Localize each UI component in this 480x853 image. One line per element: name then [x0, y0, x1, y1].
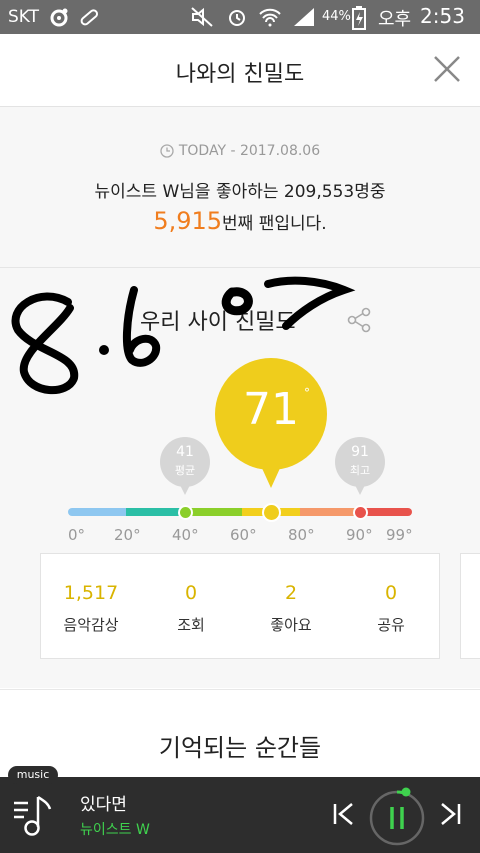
- my-score-marker: [262, 503, 281, 522]
- battery-charging-icon: [352, 6, 366, 35]
- scale-tick: 0°: [68, 526, 86, 544]
- stat-views-label: 조회: [177, 616, 205, 634]
- stat-listens-label: 음악감상: [63, 616, 119, 634]
- fan-rank-suffix: 번째 팬입니다.: [222, 214, 327, 234]
- song-title: 있다면: [80, 795, 127, 815]
- signal-icon: [292, 6, 316, 33]
- ampm-label: 오후: [378, 9, 412, 30]
- average-value: 41: [176, 444, 194, 460]
- average-marker: [178, 505, 193, 520]
- page-title: 나와의 친밀도: [175, 62, 305, 87]
- scale-segment: [68, 508, 126, 516]
- next-button[interactable]: [438, 801, 464, 831]
- stat-likes-label: 좋아요: [270, 616, 312, 634]
- status-bar: SKT 44% 오후 2:53: [0, 0, 480, 34]
- mute-icon: [190, 6, 214, 33]
- scale-tick: 20°: [114, 526, 141, 544]
- scale-tick: 99°: [386, 526, 413, 544]
- page-header: 나와의 친밀도: [0, 34, 480, 107]
- carrier-label: SKT: [8, 7, 40, 27]
- share-button[interactable]: [346, 306, 374, 338]
- wifi-icon: [258, 6, 282, 33]
- stat-shares: 0 공유: [341, 554, 441, 660]
- stat-likes-value: 2: [284, 582, 298, 604]
- stat-shares-value: 0: [384, 582, 398, 604]
- previous-track-icon: [333, 803, 353, 825]
- close-icon: [434, 56, 460, 82]
- next-track-icon: [441, 803, 461, 825]
- clock: 2:53: [420, 4, 465, 28]
- alarm-icon: [226, 6, 248, 33]
- stat-views: 0 조회: [141, 554, 241, 660]
- my-score-degree: °: [304, 386, 310, 400]
- scale-tick: 40°: [172, 526, 199, 544]
- artist-name: 뉴이스트 W: [80, 822, 150, 838]
- highest-value: 91: [351, 444, 369, 460]
- battery-percent: 44%: [322, 9, 351, 24]
- pause-icon: [369, 787, 425, 846]
- close-button[interactable]: [430, 52, 464, 86]
- stats-card: 1,517 음악감상 0 조회 2 좋아요 0 공유: [40, 553, 440, 659]
- today-date: TODAY - 2017.08.06: [178, 143, 321, 159]
- scale-tick: 60°: [230, 526, 257, 544]
- moments-title: 기억되는 순간들: [158, 734, 322, 762]
- mini-player[interactable]: 있다면 뉴이스트 W: [0, 777, 480, 853]
- scale-tick: 80°: [288, 526, 315, 544]
- today-section: TODAY - 2017.08.06 뉴이스트 W님을 좋아하는 209,553…: [0, 107, 480, 268]
- highest-label: 최고: [349, 464, 371, 477]
- average-label: 평균: [174, 464, 196, 477]
- stat-likes: 2 좋아요: [241, 554, 341, 660]
- fan-count-text: 뉴이스트 W님을 좋아하는 209,553명중: [94, 182, 386, 202]
- music-tab[interactable]: music: [8, 766, 58, 784]
- fan-rank-row: 5,915번째 팬입니다.: [0, 207, 480, 235]
- scale-tick: 90°: [346, 526, 373, 544]
- highest-marker: [353, 505, 368, 520]
- stat-listens-value: 1,517: [63, 582, 119, 604]
- moments-section: 기억되는 순간들: [0, 689, 480, 778]
- app-notification-icon: [48, 6, 70, 33]
- today-date-row: TODAY - 2017.08.06: [0, 143, 480, 159]
- scale-segment: [126, 508, 184, 516]
- playlist-button[interactable]: [12, 793, 54, 841]
- my-score-value: 71: [243, 384, 299, 435]
- previous-button[interactable]: [330, 801, 356, 831]
- clock-icon: [160, 144, 174, 158]
- pause-button[interactable]: [366, 785, 428, 851]
- stat-listens: 1,517 음악감상: [41, 554, 141, 660]
- scale-segment: [300, 508, 358, 516]
- fan-rank-number: 5,915: [153, 207, 223, 235]
- share-icon: [347, 307, 371, 333]
- playlist-music-icon: [14, 795, 52, 836]
- stat-shares-label: 공유: [377, 616, 405, 634]
- stat-views-value: 0: [184, 582, 198, 604]
- intimacy-title: 우리 사이 친밀도: [140, 310, 296, 335]
- next-card-peek[interactable]: [460, 553, 480, 659]
- intimacy-section: 우리 사이 친밀도 71 ° 41 평균 91 최고 0° 20° 40° 60…: [0, 268, 480, 688]
- pill-icon: [78, 6, 100, 33]
